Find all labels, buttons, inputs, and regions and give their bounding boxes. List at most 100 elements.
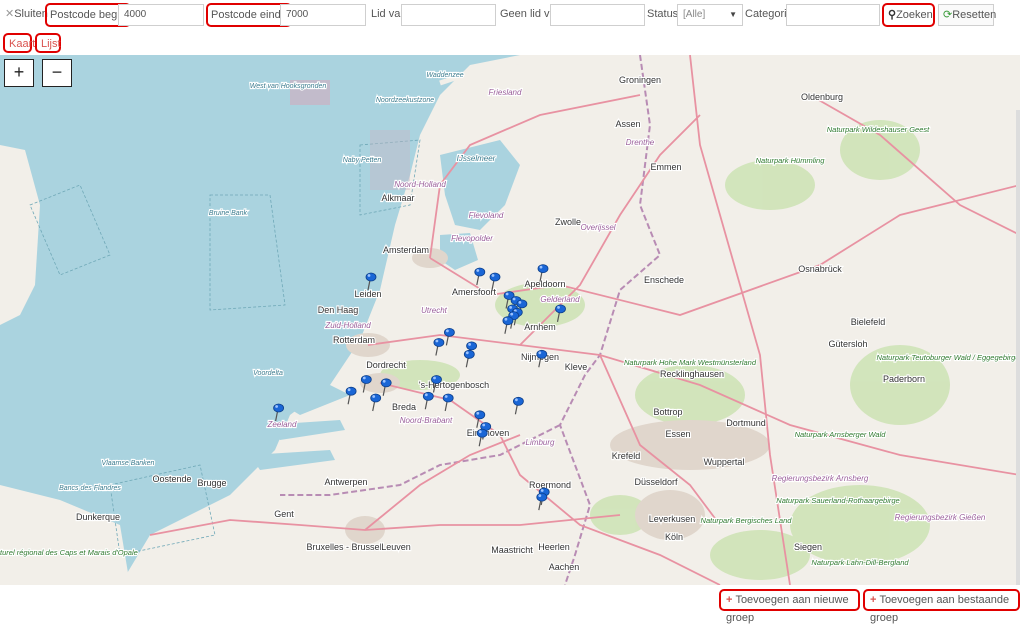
map-label-park: Naturpark Lahn-Dill-Bergland <box>811 558 909 567</box>
map-label-city: Breda <box>392 402 416 412</box>
map-label-city: Enschede <box>644 275 684 285</box>
map-label-city: Leiden <box>354 289 381 299</box>
map-label-city: Roermond <box>529 480 571 490</box>
plus-icon: + <box>726 594 733 606</box>
map-label-city: Oldenburg <box>801 92 843 102</box>
search-icon: ⚲ <box>888 9 897 21</box>
map-label-sea: Naby Petten <box>343 157 382 164</box>
not-member-of-input[interactable] <box>550 4 645 26</box>
status-label: Status <box>647 8 679 20</box>
map-label-park: Naturpark Sauerland-Rothaargebirge <box>776 496 899 505</box>
map-label-park: Parc naturel régional des Caps et Marais… <box>0 548 138 557</box>
map-label-city: Brugge <box>197 478 226 488</box>
close-button[interactable]: ✕Sluiten <box>3 4 48 26</box>
map-label-city: Leuven <box>381 542 411 552</box>
map-label-sea: Bruine Bank <box>209 210 248 217</box>
map-label-city: Osnabrück <box>798 264 842 274</box>
category-input[interactable] <box>786 4 880 26</box>
add-to-existing-group-button[interactable]: + Toevoegen aan bestaande groep <box>863 589 1020 624</box>
location-pin-icon[interactable] <box>273 403 285 422</box>
map-label-park: Naturpark Wildeshauser Geest <box>827 125 930 134</box>
map-label-city: Krefeld <box>612 451 641 461</box>
map-view[interactable]: Waddenzee Groningen Oldenburg Friesland Asse… <box>0 55 1020 585</box>
map-label-city: Aachen <box>549 562 580 572</box>
plus-icon: + <box>870 594 877 606</box>
member-of-input[interactable] <box>401 4 496 26</box>
map-label-region: Friesland <box>489 88 522 97</box>
postcode-begin-input[interactable]: 4000 <box>118 4 204 26</box>
map-label-city: Kleve <box>565 362 588 372</box>
zoom-out-button[interactable]: − <box>42 59 72 87</box>
map-label-city: 's-Hertogenbosch <box>419 380 489 390</box>
map-label-region: Regierungsbezirk Arnsberg <box>772 474 869 483</box>
add-to-new-group-button[interactable]: + Toevoegen aan nieuwe groep <box>719 589 860 624</box>
map-label-sea: West van Hooksgronden <box>250 83 327 90</box>
map-label-city: Rotterdam <box>333 335 375 345</box>
map-label-region: Regierungsbezirk Gießen <box>895 513 986 522</box>
map-label-city: Bruxelles - Brussel <box>306 542 381 552</box>
map-label-city: Recklinghausen <box>660 369 724 379</box>
map-label-city: Apeldoorn <box>524 279 565 289</box>
map-label-city: Alkmaar <box>381 193 414 203</box>
map-label-park: Naturpark Teutoburger Wald / Eggegebirge <box>876 353 1019 362</box>
map-label-city: Emmen <box>650 162 681 172</box>
tab-list[interactable]: Lijst <box>35 33 61 53</box>
map-label-city: Wuppertal <box>704 457 745 467</box>
map-label-region: Overijssel <box>580 223 615 232</box>
map-label-city: Bielefeld <box>851 317 886 327</box>
map-label-city: Siegen <box>794 542 822 552</box>
map-label-city: Paderborn <box>883 374 925 384</box>
postcode-end-label: Postcode einde <box>206 3 292 27</box>
zoom-in-button[interactable]: + <box>4 59 34 87</box>
search-button[interactable]: ⚲Zoeken <box>882 3 935 27</box>
map-label-city: Düsseldorf <box>634 477 678 487</box>
map-label-region: Utrecht <box>421 306 448 315</box>
map-label-region: Gelderland <box>540 295 580 304</box>
france-land <box>0 485 130 585</box>
refresh-icon: ⟳ <box>943 9 953 21</box>
map-label-park: Naturpark Hümmling <box>756 156 826 165</box>
map-label-sea: Voordelta <box>253 370 283 377</box>
map-label-park: Naturpark Arnsberger Wald <box>795 430 887 439</box>
map-label-city: Maastricht <box>491 545 533 555</box>
map-label-region: Zeeland <box>267 420 297 429</box>
map-label-city: Amsterdam <box>383 245 429 255</box>
map-label-sea: Waddenzee <box>426 72 463 79</box>
map-label-park: Naturpark Hohe Mark Westmünsterland <box>624 358 757 367</box>
map-label-region: Noord-Holland <box>394 180 446 189</box>
map-label-city: Den Haag <box>318 305 359 315</box>
map-right-edge <box>1016 110 1020 585</box>
status-select[interactable]: [Alle] ▼ <box>677 4 743 26</box>
map-label-city: Dordrecht <box>366 360 406 370</box>
map-label-city: Leverkusen <box>649 514 696 524</box>
map-label-city: Gent <box>274 509 294 519</box>
map-label-region: Limburg <box>526 438 555 447</box>
postcode-end-input[interactable]: 7000 <box>280 4 366 26</box>
map-label-region: Flevopolder <box>451 234 493 243</box>
map-label-sea: Bancs des Flandres <box>59 485 121 492</box>
close-icon: ✕ <box>5 8 15 20</box>
map-label-region: Noord-Brabant <box>400 416 453 425</box>
map-label-city: Oostende <box>152 474 191 484</box>
map-label-city: Dortmund <box>726 418 766 428</box>
map-label-water: IJsselmeer <box>457 154 496 163</box>
map-label-city: Assen <box>615 119 640 129</box>
map-label-sea: Vlaamse Banken <box>102 460 155 467</box>
location-pin-icon[interactable] <box>365 272 377 291</box>
reset-button[interactable]: ⟳Resetten <box>938 4 996 26</box>
map-label-region: Drenthe <box>626 138 655 147</box>
map-label-park: Naturpark Bergisches Land <box>701 516 793 525</box>
map-label-sea: Noordzeekustzone <box>376 97 434 104</box>
map-canvas[interactable]: Waddenzee Groningen Oldenburg Friesland Asse… <box>0 55 1020 585</box>
uk-land <box>0 145 40 325</box>
map-label-region: Zuid-Holland <box>324 321 371 330</box>
map-label-city: Essen <box>665 429 690 439</box>
map-label-city: Bottrop <box>653 407 682 417</box>
map-label-city: Groningen <box>619 75 661 85</box>
map-label-city: Heerlen <box>538 542 570 552</box>
map-label-city: Arnhem <box>524 322 556 332</box>
tab-map[interactable]: Kaart <box>3 33 35 53</box>
map-label-city: Gütersloh <box>828 339 867 349</box>
map-label-city: Amersfoort <box>452 287 497 297</box>
map-label-city: Köln <box>665 532 683 542</box>
